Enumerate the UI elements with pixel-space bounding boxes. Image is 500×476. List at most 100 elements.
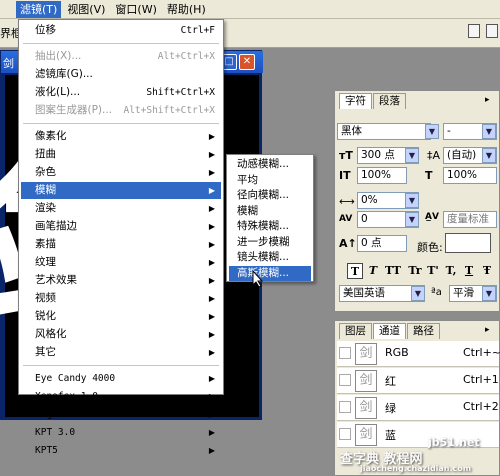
- all-caps-button[interactable]: TT: [385, 263, 401, 279]
- menu-item-label: KPT 3.0: [35, 427, 76, 438]
- blur-submenu-item[interactable]: 径向模糊...: [229, 188, 311, 203]
- tab-character[interactable]: 字符: [339, 93, 372, 109]
- menu-item-top-2[interactable]: 滤镜库(G)...: [21, 66, 221, 83]
- faux-italic-button[interactable]: T: [365, 263, 381, 279]
- channel-name: 红: [385, 375, 396, 388]
- blur-submenu-item[interactable]: 特殊模糊...: [229, 219, 311, 234]
- antialias-icon: ªa: [431, 287, 442, 298]
- blur-submenu-item[interactable]: 动感模糊...: [229, 157, 311, 172]
- menu-item-label: 液化(L)...: [35, 86, 81, 98]
- submenu-arrow-icon: ▶: [208, 258, 215, 267]
- close-button[interactable]: ✕: [239, 54, 255, 70]
- vertical-scale-icon: IT: [339, 169, 351, 182]
- chevron-down-icon[interactable]: ▼: [482, 124, 496, 139]
- channel-name: 绿: [385, 402, 396, 415]
- blur-submenu-item[interactable]: 镜头模糊...: [229, 250, 311, 265]
- color-label: 颜色:: [417, 241, 443, 254]
- menu-item-category[interactable]: 扭曲 ▶: [21, 146, 221, 163]
- submenu-arrow-icon: ▶: [208, 446, 215, 455]
- menu-view[interactable]: 视图(V): [63, 1, 109, 18]
- tab-layers[interactable]: 图层: [339, 323, 372, 339]
- kerning-icon: A̲V: [425, 212, 439, 222]
- chevron-down-icon[interactable]: ▼: [405, 148, 419, 163]
- vertical-scale-field[interactable]: 100%: [357, 167, 407, 184]
- channel-row[interactable]: 剑绿 Ctrl+2: [337, 395, 499, 421]
- chevron-down-icon[interactable]: ▼: [482, 148, 496, 163]
- menu-item-category[interactable]: 画笔描边 ▶: [21, 218, 221, 235]
- superscript-button[interactable]: T': [425, 263, 441, 279]
- underline-button[interactable]: T: [461, 263, 477, 279]
- small-caps-button[interactable]: Tr: [407, 263, 423, 279]
- blur-submenu-item[interactable]: 平均: [229, 173, 311, 188]
- menu-item-plugin[interactable]: KPT5 ▶: [21, 442, 221, 459]
- menu-filter[interactable]: 滤镜(T): [16, 0, 62, 18]
- eye-icon[interactable]: [339, 401, 351, 413]
- menu-item-plugin[interactable]: Digimarc ▶: [21, 406, 221, 423]
- menu-item-category[interactable]: 锐化 ▶: [21, 308, 221, 325]
- shortcut-label: Alt+Shift+Ctrl+X: [123, 105, 215, 116]
- panel-menu-icon[interactable]: ▸: [485, 325, 490, 335]
- watermark-corner: jb51.net: [428, 436, 480, 449]
- menu-item-category[interactable]: 模糊 ▶: [21, 182, 221, 199]
- chevron-down-icon[interactable]: ▼: [411, 286, 425, 301]
- menu-help[interactable]: 帮助(H): [163, 1, 210, 18]
- panel-menu-icon[interactable]: ▸: [485, 95, 490, 105]
- kerning-field[interactable]: 度量标准: [443, 211, 497, 228]
- eye-icon[interactable]: [339, 347, 351, 359]
- submenu-arrow-icon: ▶: [208, 348, 215, 357]
- eye-icon[interactable]: [339, 374, 351, 386]
- menu-item-category[interactable]: 其它 ▶: [21, 344, 221, 361]
- baseline-field[interactable]: 0 点: [357, 235, 407, 252]
- menu-item-category[interactable]: 艺术效果 ▶: [21, 272, 221, 289]
- baseline-shift-icon: A↑: [339, 237, 357, 250]
- menu-item-top-3[interactable]: 液化(L)... Shift+Ctrl+X: [21, 84, 221, 101]
- menu-item-repeat-filter[interactable]: 位移 Ctrl+F: [21, 22, 221, 39]
- tab-paragraph[interactable]: 段落: [373, 93, 406, 109]
- chevron-down-icon[interactable]: ▼: [425, 124, 439, 139]
- menu-item-top-1: 抽出(X)... Alt+Ctrl+X: [21, 48, 221, 65]
- menu-item-category[interactable]: 视频 ▶: [21, 290, 221, 307]
- file-icon[interactable]: [468, 24, 480, 38]
- menu-item-category[interactable]: 纹理 ▶: [21, 254, 221, 271]
- channel-row[interactable]: 剑 RGB Ctrl+~: [337, 341, 500, 367]
- faux-bold-button[interactable]: T: [347, 263, 363, 279]
- menu-item-label: 模糊: [35, 184, 56, 196]
- menu-item-label: Digimarc: [35, 409, 81, 420]
- shortcut-label: Alt+Ctrl+X: [157, 51, 215, 62]
- blur-submenu-item[interactable]: 模糊: [229, 204, 311, 219]
- menu-edge: [0, 1, 14, 18]
- menu-item-plugin[interactable]: Eye Candy 4000 ▶: [21, 370, 221, 387]
- tab-paths[interactable]: 路径: [407, 323, 440, 339]
- blur-submenu-item[interactable]: 进一步模糊: [229, 235, 311, 250]
- menu-item-label: 渲染: [35, 202, 56, 214]
- shortcut-label: Shift+Ctrl+X: [146, 87, 215, 98]
- tab-channels[interactable]: 通道: [373, 323, 406, 339]
- menu-item-label: 像素化: [35, 130, 67, 142]
- menu-item-label: 锐化: [35, 310, 56, 322]
- chevron-down-icon[interactable]: ▼: [405, 212, 419, 227]
- menu-window[interactable]: 窗口(W): [111, 1, 160, 18]
- chevron-down-icon[interactable]: ▼: [405, 193, 419, 208]
- color-swatch[interactable]: [445, 233, 491, 253]
- submenu-arrow-icon: ▶: [208, 312, 215, 321]
- menu-item-plugin[interactable]: KPT 3.0 ▶: [21, 424, 221, 441]
- channel-row[interactable]: 剑红 Ctrl+1: [337, 368, 499, 394]
- subscript-button[interactable]: T,: [443, 263, 459, 279]
- menu-item-plugin[interactable]: Xenofex 1.0 ▶: [21, 388, 221, 405]
- browse-icon[interactable]: [486, 24, 498, 38]
- menu-item-top-4: 图案生成器(P)... Alt+Shift+Ctrl+X: [21, 102, 221, 119]
- chevron-down-icon[interactable]: ▼: [482, 286, 496, 301]
- menu-item-category[interactable]: 渲染 ▶: [21, 200, 221, 217]
- font-family-field[interactable]: 黑体: [337, 123, 431, 140]
- menu-item-category[interactable]: 像素化 ▶: [21, 128, 221, 145]
- menu-item-label: 抽出(X)...: [35, 50, 82, 62]
- submenu-arrow-icon: ▶: [208, 330, 215, 339]
- horizontal-scale-field[interactable]: 100%: [443, 167, 497, 184]
- blur-submenu-item[interactable]: 高斯模糊...: [229, 265, 311, 281]
- menu-item-label: 图案生成器(P)...: [35, 104, 113, 116]
- strikethrough-button[interactable]: Ŧ: [479, 263, 495, 279]
- menu-item-category[interactable]: 杂色 ▶: [21, 164, 221, 181]
- menu-item-category[interactable]: 素描 ▶: [21, 236, 221, 253]
- menu-item-category[interactable]: 风格化 ▶: [21, 326, 221, 343]
- font-size-icon: ᴛT: [339, 149, 353, 162]
